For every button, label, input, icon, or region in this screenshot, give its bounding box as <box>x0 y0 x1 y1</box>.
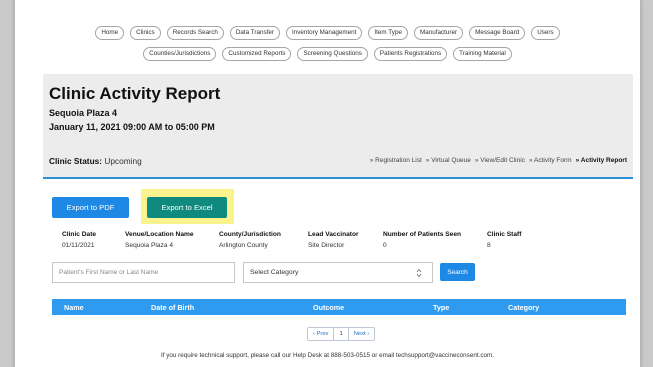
column-header-dob[interactable]: Date of Birth <box>151 303 194 312</box>
info-venue: Venue/Location Name Sequoia Plaza 4 <box>125 231 194 249</box>
clinic-status-value: Upcoming <box>104 156 142 166</box>
column-header-outcome[interactable]: Outcome <box>313 303 344 312</box>
top-navigation: Home Clinics Records Search Data Transfe… <box>15 26 640 61</box>
nav-patients-registrations[interactable]: Patients Registrations <box>373 47 448 61</box>
category-select-value: Select Category <box>250 269 299 276</box>
clinic-location: Sequoia Plaza 4 <box>49 108 118 118</box>
info-clinic-staff: Clinic Staff 8 <box>487 231 521 249</box>
nav-users[interactable]: Users <box>531 26 560 40</box>
clinic-status-label: Clinic Status: <box>49 156 103 166</box>
info-lead-vaccinator: Lead Vaccinator Site Director <box>308 231 359 249</box>
nav-data-transfer[interactable]: Data Transfer <box>229 26 281 40</box>
info-label: Number of Patients Seen <box>383 231 462 238</box>
pagination-prev[interactable]: ‹ Prev <box>308 328 335 340</box>
info-value: 8 <box>487 242 491 249</box>
column-header-name[interactable]: Name <box>64 303 84 312</box>
pagination-next[interactable]: Next › <box>349 328 374 340</box>
clinic-datetime: January 11, 2021 09:00 AM to 05:00 PM <box>49 122 215 132</box>
table-header: Name Date of Birth Outcome Type Category <box>52 299 626 315</box>
info-patients-seen: Number of Patients Seen 0 <box>383 231 461 249</box>
info-label: Clinic Date <box>62 231 97 238</box>
info-county: County/Jurisdiction Arlington County <box>219 231 281 249</box>
link-registration-list[interactable]: » Registration List <box>370 157 422 164</box>
link-activity-report[interactable]: » Activity Report <box>576 157 627 164</box>
column-header-category[interactable]: Category <box>508 303 539 312</box>
nav-records-search[interactable]: Records Search <box>166 26 224 40</box>
clinic-links: » Registration List » Virtual Queue » Vi… <box>370 157 627 164</box>
link-view-edit-clinic[interactable]: » View/Edit Clinic <box>475 157 525 164</box>
info-label: Venue/Location Name <box>125 231 194 238</box>
nav-customized-reports[interactable]: Customized Reports <box>222 47 292 61</box>
nav-clinics[interactable]: Clinics <box>130 26 161 40</box>
page-frame: Home Clinics Records Search Data Transfe… <box>14 0 641 367</box>
patient-search-input[interactable]: Patient's First Name or Last Name <box>52 262 235 283</box>
info-label: Clinic Staff <box>487 231 522 238</box>
export-pdf-button[interactable]: Export to PDF <box>52 197 129 218</box>
nav-row-1: Home Clinics Records Search Data Transfe… <box>95 26 560 40</box>
pagination-page[interactable]: 1 <box>334 328 349 340</box>
report-header: Clinic Activity Report Sequoia Plaza 4 J… <box>43 74 633 177</box>
info-value: Arlington County <box>219 242 268 249</box>
nav-inventory-management[interactable]: Inventory Management <box>286 26 363 40</box>
column-header-type[interactable]: Type <box>433 303 449 312</box>
header-divider <box>43 177 633 179</box>
nav-item-type[interactable]: Item Type <box>368 26 408 40</box>
page-title: Clinic Activity Report <box>49 84 221 103</box>
nav-row-2: Counties/Jurisdictions Customized Report… <box>143 47 512 61</box>
export-excel-button[interactable]: Export to Excel <box>147 197 227 218</box>
link-activity-form[interactable]: » Activity Form <box>529 157 572 164</box>
nav-manufacturer[interactable]: Manufacturer <box>413 26 464 40</box>
category-select[interactable]: Select Category <box>243 262 433 283</box>
info-value: 0 <box>383 242 387 249</box>
nav-counties-jurisdictions[interactable]: Counties/Jurisdictions <box>143 47 217 61</box>
info-label: Lead Vaccinator <box>308 231 359 238</box>
support-footer: If you require technical support, please… <box>161 352 494 359</box>
info-value: 01/11/2021 <box>62 242 95 249</box>
info-value: Site Director <box>308 242 345 249</box>
nav-training-material[interactable]: Training Material <box>453 47 512 61</box>
link-virtual-queue[interactable]: » Virtual Queue <box>426 157 471 164</box>
pagination: ‹ Prev 1 Next › <box>307 327 376 341</box>
info-value: Sequoia Plaza 4 <box>125 242 174 249</box>
search-button[interactable]: Search <box>440 263 475 281</box>
nav-message-board[interactable]: Message Board <box>469 26 526 40</box>
info-clinic-date: Clinic Date 01/11/2021 <box>62 231 96 249</box>
select-updown-icon <box>416 268 422 278</box>
info-label: County/Jurisdiction <box>219 231 281 238</box>
nav-screening-questions[interactable]: Screening Questions <box>297 47 368 61</box>
nav-home[interactable]: Home <box>95 26 125 40</box>
clinic-status: Clinic Status: Upcoming <box>49 156 142 166</box>
